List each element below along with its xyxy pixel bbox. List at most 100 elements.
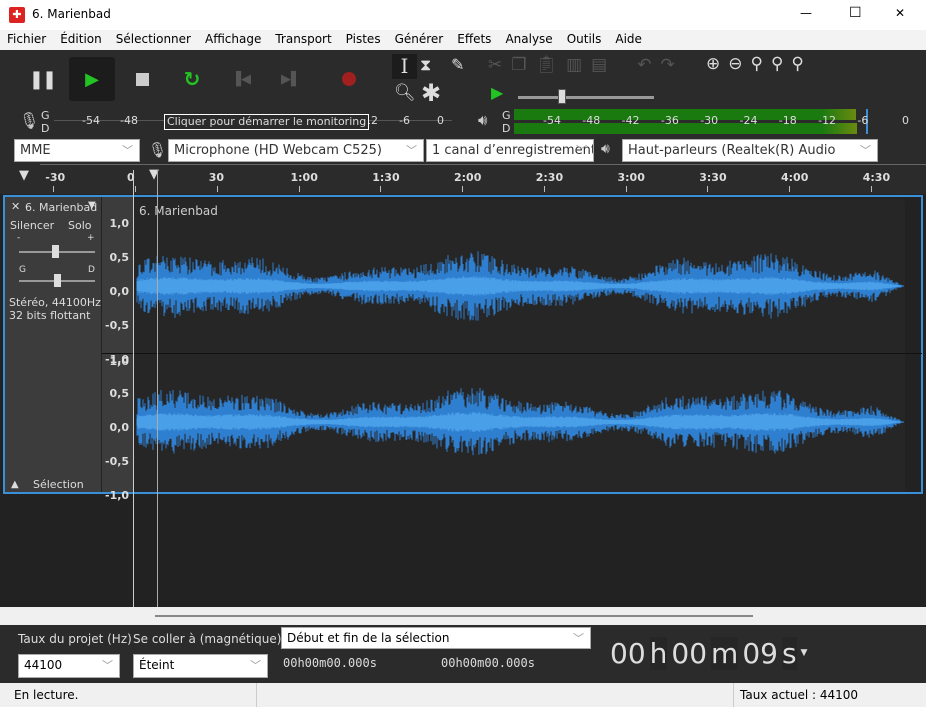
- menu-fichier[interactable]: Fichier: [0, 30, 53, 50]
- timeline-menu-icon[interactable]: ▼: [19, 168, 29, 183]
- asterisk-icon: ✱: [421, 79, 442, 107]
- amplitude-label: 0,5: [109, 387, 130, 400]
- paste-icon[interactable]: 📋︎: [536, 55, 558, 75]
- time-seconds: 09: [742, 636, 778, 670]
- menu-effets[interactable]: Effets: [450, 30, 498, 50]
- amplitude-label: 0,5: [109, 251, 130, 264]
- play-at-speed-button[interactable]: ▶: [491, 83, 503, 102]
- status-bar: En lecture. Taux actuel : 44100: [0, 683, 926, 707]
- zoom-toolbar: ⊕ ⊖ ⚲ ⚲ ⚲: [706, 54, 804, 74]
- time-format-menu-icon[interactable]: ▼: [801, 648, 808, 658]
- project-rate-select[interactable]: 44100 ﹀: [18, 654, 120, 678]
- stop-button[interactable]: [119, 57, 165, 101]
- meter-tick: -12: [818, 114, 837, 127]
- solo-button[interactable]: Solo: [68, 219, 92, 232]
- collapse-icon[interactable]: ▲: [11, 479, 19, 490]
- output-device-select[interactable]: Haut-parleurs (Realtek(R) Audio ﹀: [622, 139, 878, 162]
- vertical-ruler[interactable]: [102, 197, 133, 492]
- maximize-button[interactable]: ☐: [849, 5, 862, 21]
- timeline-tick: 3:30: [699, 171, 727, 184]
- playback-meter-left[interactable]: [514, 109, 856, 120]
- selection-start-time[interactable]: 00h00m00.000s: [283, 656, 377, 670]
- meter-channel-left: G: [502, 109, 511, 122]
- channels-select[interactable]: 1 canal d’enregistrement ﹀: [426, 139, 594, 162]
- record-button[interactable]: [326, 57, 372, 101]
- silence-icon[interactable]: ▤: [591, 55, 607, 75]
- envelope-tool-button[interactable]: ⧗: [420, 55, 431, 75]
- zoom-in-icon[interactable]: ⊕: [706, 54, 720, 74]
- timeline-tick: 1:30: [372, 171, 400, 184]
- horizontal-scrollbar[interactable]: [0, 607, 926, 625]
- meter-channel-right: D: [41, 122, 50, 135]
- snap-select[interactable]: Éteint ﹀: [133, 654, 268, 678]
- trim-icon[interactable]: ▥: [566, 55, 582, 75]
- track-bit-depth: 32 bits flottant: [9, 309, 91, 322]
- play-button[interactable]: ▶: [69, 57, 115, 101]
- close-button[interactable]: ✕: [895, 6, 905, 20]
- copy-icon[interactable]: ❐: [511, 55, 526, 75]
- speed-slider[interactable]: [518, 89, 654, 104]
- selection-mode-value: Début et fin de la sélection: [287, 631, 450, 645]
- hours-unit: h: [649, 636, 668, 670]
- magnifier-icon: 🔍︎: [394, 83, 416, 103]
- track-name[interactable]: 6. Marienbad: [25, 201, 97, 214]
- zoom-out-icon[interactable]: ⊖: [728, 54, 742, 74]
- menu-affichage[interactable]: Affichage: [198, 30, 268, 50]
- track-control-panel[interactable]: ✕ 6. Marienbad ▼ Silencer Solo - + G D S…: [5, 197, 102, 492]
- timeline-tick: 4:00: [781, 171, 809, 184]
- channel-divider: [102, 353, 922, 354]
- selection-mode-select[interactable]: Début et fin de la sélection ﹀: [281, 627, 591, 649]
- minimize-button[interactable]: —: [800, 6, 812, 20]
- menu-outils[interactable]: Outils: [560, 30, 609, 50]
- scrollbar-thumb[interactable]: [155, 615, 753, 617]
- audio-track[interactable]: ✕ 6. Marienbad ▼ Silencer Solo - + G D S…: [3, 195, 923, 502]
- loop-button[interactable]: ↻: [169, 57, 215, 101]
- menu-analyse[interactable]: Analyse: [498, 30, 559, 50]
- speaker-icon: 🔊︎: [478, 111, 488, 129]
- redo-icon[interactable]: ↷: [660, 55, 674, 75]
- pause-button[interactable]: ❚❚: [19, 57, 65, 101]
- menu-transport[interactable]: Transport: [268, 30, 338, 50]
- skip-start-button[interactable]: ▐◀: [218, 57, 264, 101]
- playback-meter-right[interactable]: [514, 123, 857, 134]
- menu-pistes[interactable]: Pistes: [339, 30, 388, 50]
- time-display[interactable]: 00 h 00 m 09 s ▼: [610, 635, 807, 671]
- multi-tool-button[interactable]: ✱: [421, 79, 441, 107]
- tick-mark: [380, 186, 382, 192]
- menu-edition[interactable]: Édition: [53, 30, 109, 50]
- fit-project-icon[interactable]: ⚲: [771, 54, 783, 74]
- time-minutes: 00: [671, 636, 708, 670]
- draw-tool-button[interactable]: ✎: [451, 55, 464, 74]
- slider-thumb[interactable]: [558, 89, 566, 104]
- edit-cursor: [133, 170, 134, 607]
- input-device-select[interactable]: Microphone (HD Webcam C525) ﹀: [168, 139, 424, 162]
- gain-slider[interactable]: [19, 245, 95, 258]
- zoom-tool-button[interactable]: 🔍︎: [394, 83, 416, 103]
- clip-name[interactable]: 6. Marienbad: [139, 204, 218, 218]
- waveform[interactable]: [134, 218, 905, 492]
- fit-selection-icon[interactable]: ⚲: [751, 54, 763, 74]
- menu-generer[interactable]: Générer: [388, 30, 451, 50]
- selection-end-time[interactable]: 00h00m00.000s: [441, 656, 535, 670]
- project-rate-label: Taux du projet (Hz): [18, 632, 132, 646]
- meter-tick: -54: [82, 114, 100, 127]
- track-close-button[interactable]: ✕: [11, 200, 20, 213]
- pause-icon: ❚❚: [28, 68, 57, 90]
- selection-tool-button[interactable]: I: [392, 54, 417, 79]
- skip-end-button[interactable]: ▶▌: [268, 57, 314, 101]
- mute-button[interactable]: Silencer: [10, 219, 54, 232]
- undo-icon[interactable]: ↶: [637, 55, 651, 75]
- zoom-toggle-icon[interactable]: ⚲: [791, 54, 803, 74]
- track-menu-icon[interactable]: ▼: [88, 200, 96, 211]
- audio-host-select[interactable]: MME ﹀: [14, 139, 140, 162]
- menu-aide[interactable]: Aide: [608, 30, 649, 50]
- select-button[interactable]: Sélection: [33, 478, 84, 491]
- app-icon: ✚: [9, 7, 25, 23]
- input-device-value: Microphone (HD Webcam C525): [174, 143, 383, 158]
- cut-icon[interactable]: ✂: [488, 55, 502, 75]
- amplitude-label: 1,0: [109, 217, 130, 230]
- tick-mark: [135, 186, 136, 192]
- menu-selectionner[interactable]: Sélectionner: [109, 30, 198, 50]
- pan-slider[interactable]: [19, 274, 95, 287]
- status-divider: [256, 683, 257, 707]
